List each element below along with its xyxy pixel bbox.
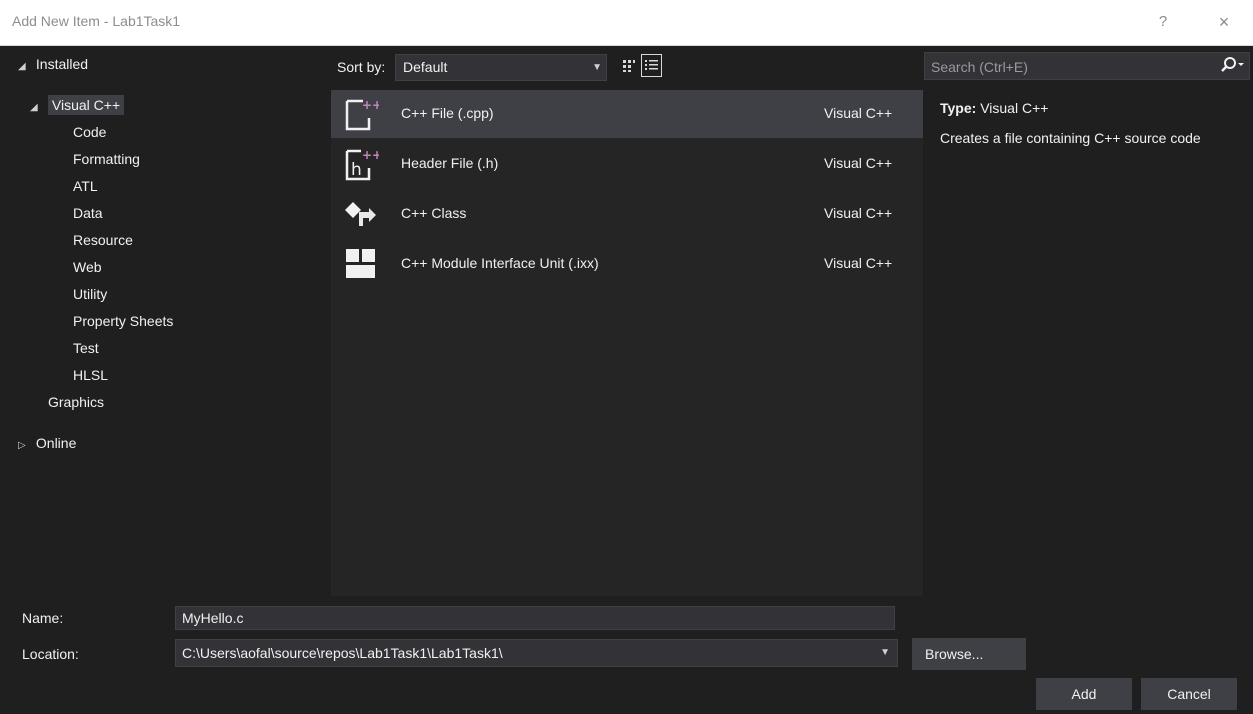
template-tree: ◢ Installed ◢ Visual C++ Code Formatting… [0,46,331,596]
search-placeholder: Search (Ctrl+E) [931,59,1028,75]
template-name: C++ Module Interface Unit (.ixx) [401,255,599,271]
template-description: Creates a file containing C++ source cod… [940,130,1201,146]
bottom-form: Name: Location: C:\Users\aofal\source\re… [0,596,1253,714]
tree-item-data[interactable]: Data [73,201,103,226]
expanded-arrow-icon: ◢ [30,102,38,113]
search-icon[interactable] [1219,55,1245,77]
help-button[interactable]: ? [1148,10,1178,34]
location-label: Location: [22,646,79,662]
cpp-class-icon [345,202,376,226]
tree-item-utility[interactable]: Utility [73,282,107,307]
type-line: Type: Visual C++ [940,100,1250,116]
name-input[interactable] [175,606,895,630]
template-item-header-file[interactable]: h ++ Header File (.h) Visual C++ [331,140,923,188]
browse-button[interactable]: Browse... [912,638,1026,670]
cancel-button[interactable]: Cancel [1141,678,1237,710]
template-type: Visual C++ [824,105,893,121]
tree-item-label: Online [35,435,77,451]
svg-text:h: h [351,160,362,180]
grid-view-icon [622,60,635,72]
type-value: Visual C++ [980,100,1049,116]
collapsed-arrow-icon: ▷ [18,440,26,451]
tree-item-web[interactable]: Web [73,255,102,280]
tree-item-hlsl[interactable]: HLSL [73,363,108,388]
sort-dropdown[interactable]: Default ▼ [395,54,607,81]
tree-item-test[interactable]: Test [73,336,99,361]
close-button[interactable]: × [1209,10,1239,34]
template-name: C++ Class [401,205,467,221]
tree-item-property-sheets[interactable]: Property Sheets [73,309,173,334]
tree-item-installed[interactable]: ◢ Installed [18,52,88,77]
search-input[interactable]: Search (Ctrl+E) [924,52,1250,80]
list-view-button[interactable] [641,54,662,77]
tree-item-resource[interactable]: Resource [73,228,133,253]
svg-text:++: ++ [362,98,379,112]
tree-item-atl[interactable]: ATL [73,174,98,199]
template-item-cpp-class[interactable]: C++ Class Visual C++ [331,190,923,238]
title-bar: Add New Item - Lab1Task1 ? × [0,0,1253,46]
template-name: Header File (.h) [401,155,499,171]
tree-item-label: Visual C++ [47,95,125,115]
template-name: C++ File (.cpp) [401,105,494,121]
chevron-down-icon: ▼ [880,647,890,658]
tree-item-label: Installed [35,56,89,72]
cpp-file-icon: ++ [345,98,379,131]
chevron-down-icon: ▼ [592,62,602,73]
type-label: Type: [940,100,977,116]
header-file-icon: h ++ [345,148,379,181]
add-button[interactable]: Add [1036,678,1132,710]
location-value: C:\Users\aofal\source\repos\Lab1Task1\La… [182,645,503,661]
template-type: Visual C++ [824,155,893,171]
details-pane: Type: Visual C++ Creates a file containi… [940,100,1250,146]
template-type: Visual C++ [824,255,893,271]
small-icons-view-button[interactable] [617,54,640,79]
tree-item-code[interactable]: Code [73,120,106,145]
template-type: Visual C++ [824,205,893,221]
sort-value: Default [403,59,448,75]
location-dropdown[interactable]: C:\Users\aofal\source\repos\Lab1Task1\La… [175,639,898,667]
template-item-module-unit[interactable]: C++ Module Interface Unit (.ixx) Visual … [331,240,923,288]
template-list: ++ C++ File (.cpp) Visual C++ h ++ Heade… [331,90,923,596]
list-view-icon [645,60,658,70]
tree-item-visual-cpp[interactable]: ◢ Visual C++ [30,93,125,118]
svg-text:++: ++ [362,148,379,162]
template-item-cpp-file[interactable]: ++ C++ File (.cpp) Visual C++ [331,90,923,138]
tree-item-graphics[interactable]: Graphics [48,390,104,415]
expanded-arrow-icon: ◢ [18,61,26,72]
name-label: Name: [22,610,64,626]
window-title: Add New Item - Lab1Task1 [12,13,181,29]
sort-label: Sort by: [337,59,386,75]
tree-item-formatting[interactable]: Formatting [73,147,140,172]
sort-toolbar: Sort by: Default ▼ [331,46,923,90]
tree-item-online[interactable]: ▷ Online [18,431,76,456]
module-unit-icon [346,249,375,278]
